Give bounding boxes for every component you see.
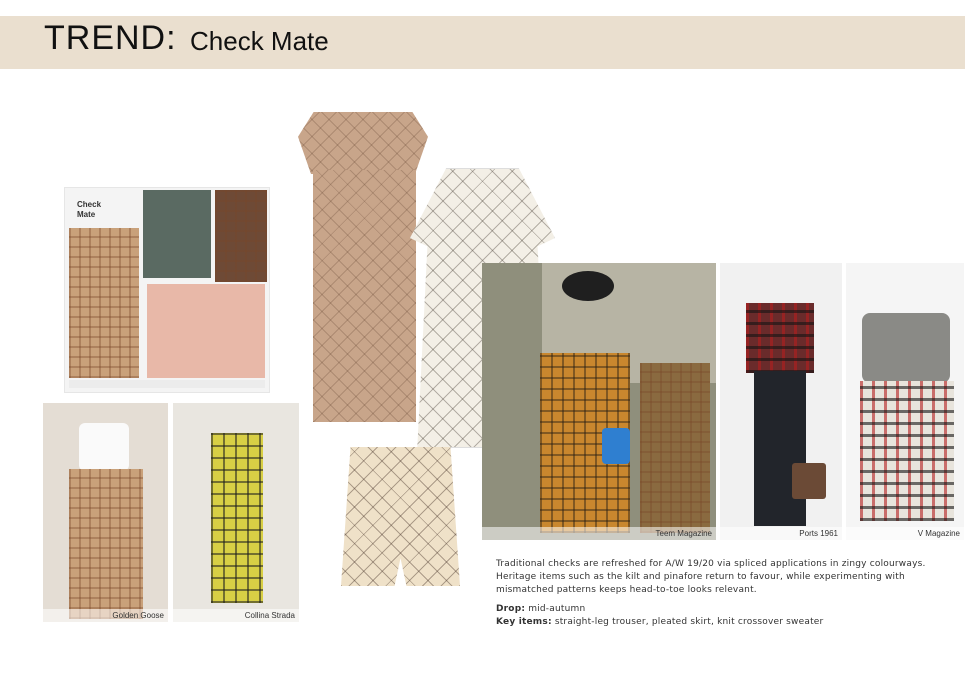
moodboard-thumbnails-strip bbox=[69, 380, 265, 388]
caption-ports-1961: Ports 1961 bbox=[799, 529, 838, 538]
product-beige-check-shorts bbox=[341, 447, 460, 586]
black-trousers bbox=[754, 371, 806, 526]
photo-golden-goose: Golden Goose bbox=[43, 403, 168, 622]
yellow-check-suit bbox=[211, 433, 263, 603]
photo-v-magazine: V Magazine bbox=[846, 263, 964, 540]
tshirt bbox=[79, 423, 129, 471]
trend-label: TREND: bbox=[44, 19, 177, 57]
checked-trousers bbox=[69, 469, 143, 619]
moodboard-title: Check Mate bbox=[77, 200, 102, 219]
red-check-top bbox=[746, 303, 814, 373]
caption-collina-strada: Collina Strada bbox=[244, 611, 295, 620]
tartan-pleated-skirt bbox=[860, 381, 954, 521]
beret bbox=[562, 271, 614, 301]
trend-description: Traditional checks are refreshed for A/W… bbox=[496, 559, 926, 595]
caption-golden-goose: Golden Goose bbox=[112, 611, 164, 620]
trend-name: Check Mate bbox=[190, 26, 329, 56]
brown-check-suit bbox=[640, 363, 710, 533]
key-items-label: Key items: bbox=[496, 617, 552, 627]
drop-line: Drop: mid-autumn bbox=[496, 604, 585, 614]
caption-teen-magazine: Teem Magazine bbox=[655, 529, 712, 538]
photo-ports-1961: Ports 1961 bbox=[720, 263, 842, 540]
brown-handbag bbox=[792, 463, 826, 499]
moodboard-photo-plaid-detail bbox=[215, 190, 267, 282]
product-brown-check-jumpsuit-legs bbox=[313, 170, 416, 422]
moodboard-photo-portrait bbox=[147, 284, 265, 378]
drop-label: Drop: bbox=[496, 604, 526, 614]
drop-value: mid-autumn bbox=[528, 604, 586, 614]
grey-knit-sweater bbox=[862, 313, 950, 383]
product-brown-check-jumpsuit bbox=[298, 112, 428, 174]
photo-teen-magazine: Teem Magazine bbox=[482, 263, 716, 540]
blue-bag bbox=[602, 428, 630, 464]
moodboard-photo-green-check bbox=[143, 190, 211, 278]
caption-v-magazine: V Magazine bbox=[917, 529, 960, 538]
key-items-line: Key items: straight-leg trouser, pleated… bbox=[496, 617, 823, 627]
moodboard-photo-street bbox=[69, 228, 139, 378]
moodboard-collage: Check Mate bbox=[64, 187, 270, 393]
photo-collina-strada: Collina Strada bbox=[173, 403, 299, 622]
key-items-value: straight-leg trouser, pleated skirt, kni… bbox=[554, 617, 824, 627]
